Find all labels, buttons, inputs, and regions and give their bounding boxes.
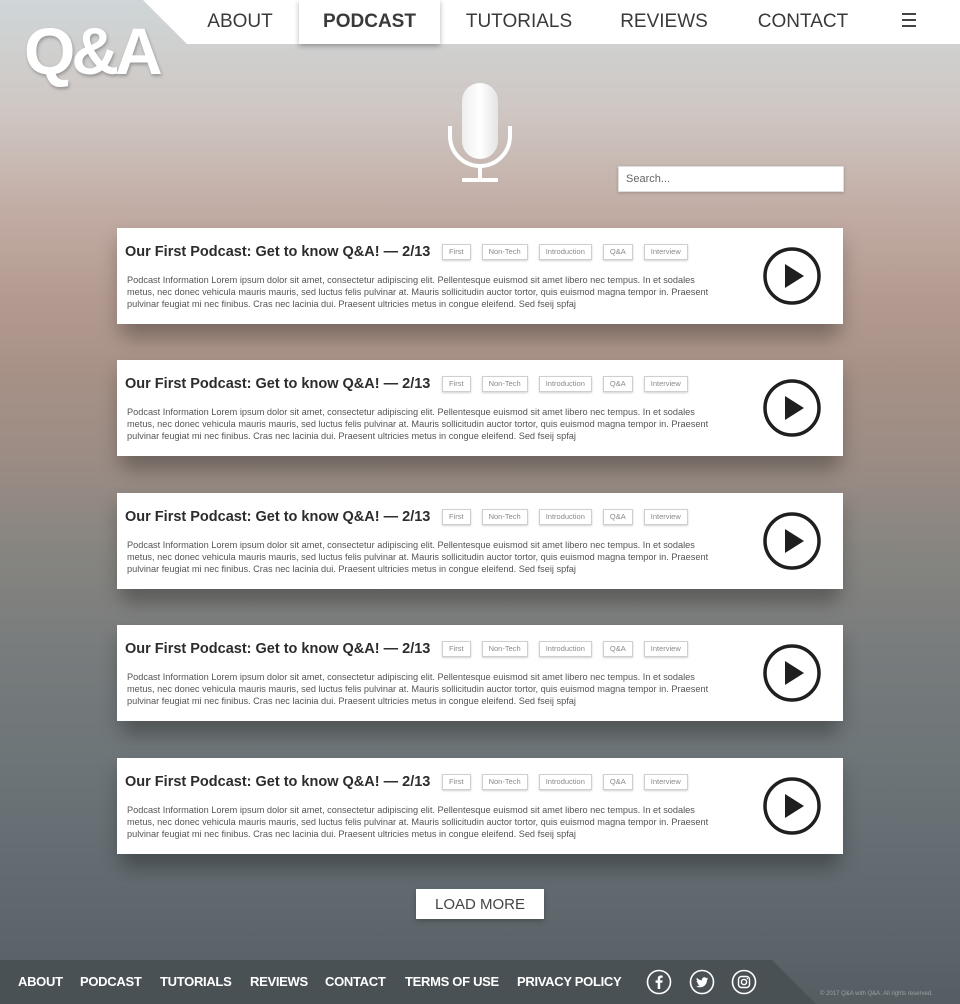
tag-badge[interactable]: Q&A — [602, 244, 633, 260]
footer-link-tutorials[interactable]: TUTORIALS — [160, 960, 232, 1004]
play-icon[interactable] — [763, 247, 821, 305]
footer-link-reviews[interactable]: REVIEWS — [250, 960, 308, 1004]
tag-badge[interactable]: Introduction — [538, 509, 592, 525]
podcast-description: Podcast Information Lorem ipsum dolor si… — [127, 540, 709, 574]
tag-badge[interactable]: Interview — [643, 774, 688, 790]
podcast-title[interactable]: Our First Podcast: Get to know Q&A! — 2/… — [125, 641, 430, 657]
podcast-tags: First Non-Tech Introduction Q&A Interview — [442, 509, 699, 525]
tag-badge[interactable]: First — [442, 509, 471, 525]
podcast-tags: First Non-Tech Introduction Q&A Interview — [442, 641, 699, 657]
podcast-description: Podcast Information Lorem ipsum dolor si… — [127, 672, 709, 706]
tag-badge[interactable]: Non-Tech — [481, 641, 528, 657]
tag-badge[interactable]: Interview — [643, 244, 688, 260]
podcast-tags: First Non-Tech Introduction Q&A Interview — [442, 244, 699, 260]
tag-badge[interactable]: Non-Tech — [481, 376, 528, 392]
footer-link-podcast[interactable]: PODCAST — [80, 960, 142, 1004]
copyright-text: © 2017 Q&A with Q&A. All rights reserved… — [820, 991, 933, 997]
podcast-card: Our First Podcast: Get to know Q&A! — 2/… — [117, 625, 843, 721]
tag-badge[interactable]: First — [442, 376, 471, 392]
nav-item-contact[interactable]: CONTACT — [756, 0, 850, 44]
tag-badge[interactable]: Introduction — [538, 641, 592, 657]
tag-badge[interactable]: Non-Tech — [481, 244, 528, 260]
tag-badge[interactable]: Interview — [643, 509, 688, 525]
podcast-card: Our First Podcast: Get to know Q&A! — 2/… — [117, 228, 843, 324]
nav-item-podcast[interactable]: PODCAST — [299, 0, 440, 44]
nav-item-reviews[interactable]: REVIEWS — [620, 0, 708, 44]
podcast-title[interactable]: Our First Podcast: Get to know Q&A! — 2/… — [125, 509, 430, 525]
tag-badge[interactable]: Introduction — [538, 774, 592, 790]
play-icon[interactable] — [763, 777, 821, 835]
tag-badge[interactable]: Introduction — [538, 376, 592, 392]
footer-link-terms[interactable]: TERMS OF USE — [405, 960, 499, 1004]
microphone-icon — [448, 83, 512, 182]
play-icon[interactable] — [763, 644, 821, 702]
podcast-title[interactable]: Our First Podcast: Get to know Q&A! — 2/… — [125, 244, 430, 260]
load-more-button[interactable]: LOAD MORE — [416, 889, 544, 919]
podcast-description: Podcast Information Lorem ipsum dolor si… — [127, 275, 709, 309]
podcast-tags: First Non-Tech Introduction Q&A Interview — [442, 774, 699, 790]
footer-link-about[interactable]: ABOUT — [18, 960, 63, 1004]
search-input[interactable] — [618, 166, 844, 192]
podcast-card: Our First Podcast: Get to know Q&A! — 2/… — [117, 758, 843, 854]
tag-badge[interactable]: First — [442, 774, 471, 790]
podcast-description: Podcast Information Lorem ipsum dolor si… — [127, 407, 709, 441]
tag-badge[interactable]: Q&A — [602, 641, 633, 657]
play-icon[interactable] — [763, 512, 821, 570]
nav-item-about[interactable]: ABOUT — [204, 0, 276, 44]
podcast-title[interactable]: Our First Podcast: Get to know Q&A! — 2/… — [125, 376, 430, 392]
footer-link-contact[interactable]: CONTACT — [325, 960, 386, 1004]
facebook-icon[interactable] — [646, 969, 672, 995]
podcast-tags: First Non-Tech Introduction Q&A Interview — [442, 376, 699, 392]
tag-badge[interactable]: Non-Tech — [481, 509, 528, 525]
podcast-card: Our First Podcast: Get to know Q&A! — 2/… — [117, 360, 843, 456]
play-icon[interactable] — [763, 379, 821, 437]
tag-badge[interactable]: Non-Tech — [481, 774, 528, 790]
tag-badge[interactable]: First — [442, 641, 471, 657]
podcast-title[interactable]: Our First Podcast: Get to know Q&A! — 2/… — [125, 774, 430, 790]
twitter-icon[interactable] — [689, 969, 715, 995]
podcast-description: Podcast Information Lorem ipsum dolor si… — [127, 805, 709, 839]
tag-badge[interactable]: Interview — [643, 376, 688, 392]
tag-badge[interactable]: First — [442, 244, 471, 260]
tag-badge[interactable]: Q&A — [602, 376, 633, 392]
tag-badge[interactable]: Q&A — [602, 774, 633, 790]
hamburger-icon[interactable] — [902, 13, 916, 29]
podcast-card: Our First Podcast: Get to know Q&A! — 2/… — [117, 493, 843, 589]
footer-link-privacy[interactable]: PRIVACY POLICY — [517, 960, 622, 1004]
instagram-icon[interactable] — [731, 969, 757, 995]
tag-badge[interactable]: Q&A — [602, 509, 633, 525]
nav-item-tutorials[interactable]: TUTORIALS — [465, 0, 573, 44]
tag-badge[interactable]: Interview — [643, 641, 688, 657]
logo[interactable]: Q&A — [24, 18, 163, 84]
tag-badge[interactable]: Introduction — [538, 244, 592, 260]
